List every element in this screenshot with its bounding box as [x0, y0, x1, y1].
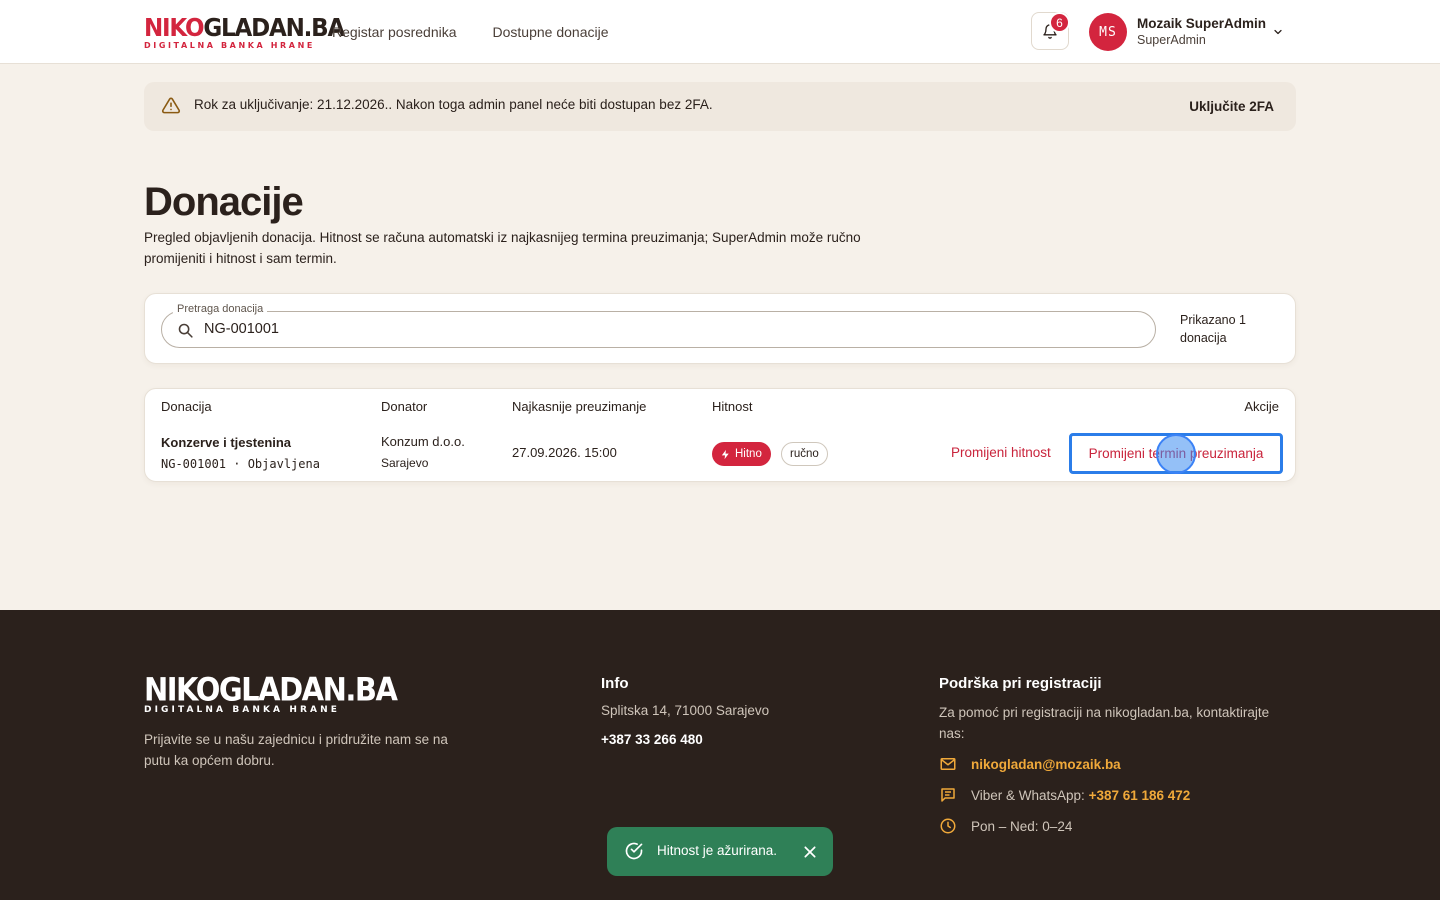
column-header-hitnost: Hitnost — [712, 399, 753, 414]
footer-phone[interactable]: +387 33 266 480 — [601, 729, 703, 750]
footer-email-link[interactable]: nikogladan@mozaik.ba — [971, 757, 1121, 772]
toast-message: Hitnost je ažurirana. — [657, 843, 778, 858]
search-card: Pretraga donacija NG-001001 Prikazano 1 … — [144, 293, 1296, 364]
footer-viber-number[interactable]: +387 61 186 472 — [1089, 788, 1191, 803]
page-title: Donacije — [144, 180, 304, 224]
footer-address: Splitska 14, 71000 Sarajevo — [601, 703, 770, 718]
bolt-icon — [721, 449, 729, 459]
urgency-mode-badge: ručno — [781, 442, 828, 466]
logo-tagline: DIGITALNA BANKA HRANE — [144, 41, 315, 50]
enable-2fa-button[interactable]: Uključite 2FA — [1189, 99, 1274, 114]
donor-name: Konzum d.o.o. — [381, 434, 465, 449]
chat-icon — [941, 788, 955, 802]
clock-icon — [940, 818, 956, 834]
notifications-badge: 6 — [1049, 12, 1070, 33]
footer-logo-wordmark: NIKOGLADAN.BA — [144, 670, 398, 709]
results-count: Prikazano 1 donacija — [1180, 313, 1247, 345]
success-toast: Hitnost je ažurirana. — [607, 827, 833, 876]
nav-dostupne-donacije[interactable]: Dostupne donacije — [493, 24, 609, 40]
avatar[interactable]: MS — [1089, 13, 1127, 51]
nav-registar-posrednika[interactable]: Registar posrednika — [332, 24, 457, 40]
urgency-label: Hitno — [735, 448, 762, 460]
top-bar: NIKOGLADAN.BA DIGITALNA BANKA HRANE Regi… — [0, 0, 1440, 64]
warning-icon — [161, 97, 181, 114]
chevron-down-icon[interactable] — [1272, 26, 1284, 38]
column-header-preuzimanje: Najkasnije preuzimanje — [512, 399, 647, 414]
donations-table: Donacija Donator Najkasnije preuzimanje … — [144, 388, 1296, 482]
donation-title[interactable]: Konzerve i tjestenina — [161, 435, 291, 450]
donor-city: Sarajevo — [381, 456, 429, 470]
footer-logo[interactable]: NIKOGLADAN.BA DIGITALNA BANKA HRANE — [144, 670, 398, 715]
footer-hours: Pon – Ned: 0–24 — [971, 818, 1073, 834]
search-icon — [178, 323, 193, 338]
footer-support-text: Za pomoć pri registraciji na nikogladan.… — [939, 705, 1270, 741]
footer-hours-row: Pon – Ned: 0–24 — [939, 817, 1072, 835]
search-label: Pretraga donacija — [173, 303, 268, 315]
pickup-deadline: 27.09.2026. 15:00 — [512, 445, 617, 460]
footer-email-row: nikogladan@mozaik.ba — [939, 755, 1121, 773]
user-name[interactable]: Mozaik SuperAdmin — [1137, 16, 1266, 31]
change-pickup-term-button[interactable]: Promijeni termin preuzimanja — [1069, 433, 1283, 474]
mail-icon — [940, 758, 956, 770]
column-header-donacija: Donacija — [161, 399, 212, 414]
page-subtitle: Pregled objavljenih donacija. Hitnost se… — [144, 230, 861, 266]
banner-text: Rok za uključivanje: 21.12.2026.. Nakon … — [194, 97, 713, 112]
urgency-badge: Hitno — [712, 442, 771, 466]
footer-support-heading: Podrška pri registraciji — [939, 675, 1102, 692]
check-circle-icon — [625, 842, 643, 860]
logo-wordmark: NIKOGLADAN.BA — [144, 13, 345, 43]
main-nav: Registar posrednika Dostupne donacije — [332, 24, 609, 40]
search-input[interactable]: Pretraga donacija NG-001001 — [161, 303, 1156, 348]
footer-viber-label: Viber & WhatsApp: — [971, 787, 1085, 803]
twofa-banner: Rok za uključivanje: 21.12.2026.. Nakon … — [144, 82, 1296, 131]
close-icon[interactable] — [802, 844, 818, 860]
footer-info-heading: Info — [601, 675, 629, 692]
column-header-donator: Donator — [381, 399, 428, 414]
logo[interactable]: NIKOGLADAN.BA DIGITALNA BANKA HRANE — [144, 13, 345, 50]
donation-id-status: NG-001001 · Objavljena — [161, 457, 320, 471]
change-urgency-button[interactable]: Promijeni hitnost — [951, 445, 1051, 460]
search-value[interactable]: NG-001001 — [204, 321, 279, 337]
footer-tagline: Prijavite se u našu zajednicu i pridruži… — [144, 732, 448, 768]
user-role: SuperAdmin — [1137, 33, 1206, 47]
footer-viber-row: Viber & WhatsApp: +387 61 186 472 — [939, 786, 1190, 804]
column-header-akcije: Akcije — [1244, 399, 1279, 414]
